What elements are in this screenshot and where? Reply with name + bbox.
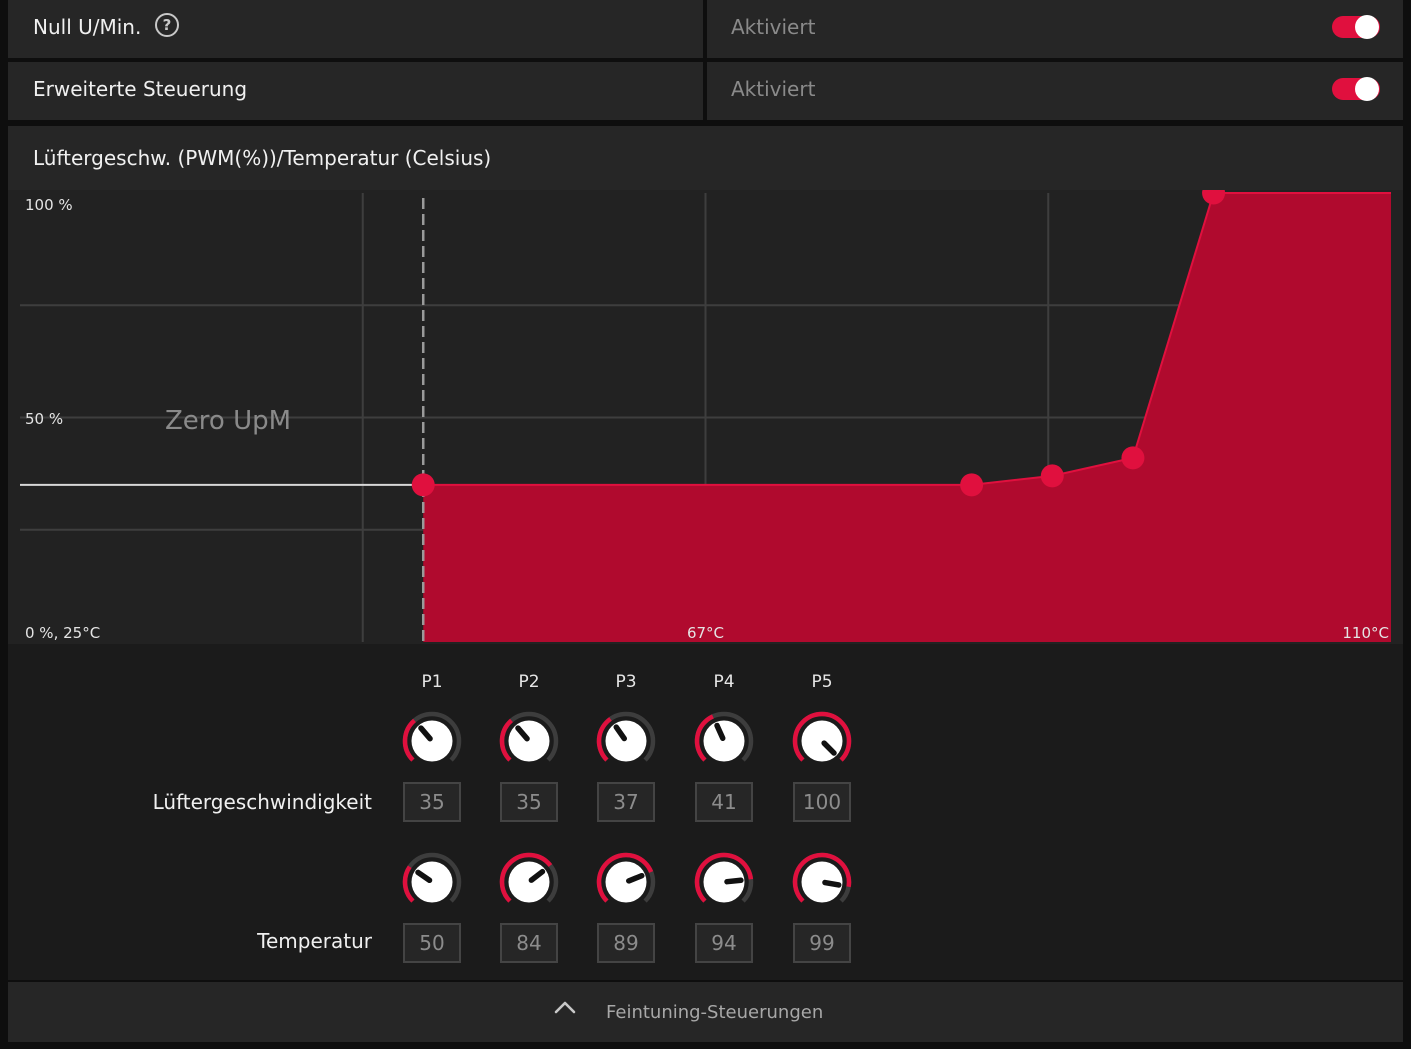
fine-tuning-label: Feintuning-Steuerungen [606,1002,824,1023]
setting-label: Null U/Min. [33,15,142,39]
setting-label-cell: Erweiterte Steuerung [8,62,703,120]
fan-speed-knob-p2[interactable] [496,708,562,774]
knob-indicator [724,877,744,885]
temperature-input-p3[interactable]: 89 [597,923,655,963]
setting-row-advanced-control: Erweiterte Steuerung Aktiviert [8,62,1403,120]
setting-row-zero-rpm: Null U/Min. ? Aktiviert [8,0,1403,58]
origin-tick-label: 0 %, 25°C [25,624,100,642]
advanced-control-toggle[interactable] [1332,77,1380,101]
curve-point-p1[interactable] [411,473,435,497]
fan-speed-knob-p5[interactable] [789,708,855,774]
knob-face [605,861,647,903]
knob-face [411,720,453,762]
fan-speed-knob-p1[interactable] [399,708,465,774]
curve-point-p4[interactable] [1121,446,1145,470]
fan-speed-input-p2[interactable]: 35 [500,782,558,822]
knob-face [605,720,647,762]
fan-speed-label: Lüftergeschwindigkeit [152,790,372,814]
temperature-knob-p5[interactable] [789,849,855,915]
x-tick-label-67: 67°C [687,624,724,642]
fan-curve-chart: Zero UpM 100 % 50 % 0 %, 25°C 67°C 110°C [8,190,1403,644]
tuning-panel: P1 35 50 P2 35 84 P3 37 89 P4 41 94 P5 100 99 Lüfterges… [8,644,1403,980]
point-label-p4: P4 [713,672,735,692]
fan-speed-input-p5[interactable]: 100 [793,782,851,822]
x-tick-label-110: 110°C [1342,624,1389,642]
temperature-knob-p3[interactable] [593,849,659,915]
knob-indicator [822,879,842,888]
fan-speed-input-p3[interactable]: 37 [597,782,655,822]
temperature-input-p5[interactable]: 99 [793,923,851,963]
temperature-input-p2[interactable]: 84 [500,923,558,963]
fan-speed-input-p1[interactable]: 35 [403,782,461,822]
toggle-knob [1355,77,1379,101]
point-label-p1: P1 [421,672,443,692]
knob-face [703,720,745,762]
setting-value: Aktiviert [731,77,816,101]
help-icon[interactable]: ? [155,13,179,37]
toggle-knob [1355,15,1379,39]
temperature-knob-p1[interactable] [399,849,465,915]
point-label-p5: P5 [811,672,833,692]
y-tick-label-100: 100 % [25,196,73,214]
setting-value: Aktiviert [731,15,816,39]
fan-curve-svg: Zero UpM 100 % 50 % 0 %, 25°C 67°C 110°C [20,190,1391,642]
y-tick-label-50: 50 % [25,410,63,428]
temperature-knob-p4[interactable] [691,849,757,915]
setting-value-cell: Aktiviert [707,62,1403,120]
point-label-p2: P2 [518,672,540,692]
fan-speed-knob-p4[interactable] [691,708,757,774]
chart-header: Lüftergeschw. (PWM(%))/Temperatur (Celsi… [8,126,1403,190]
temperature-input-p4[interactable]: 94 [695,923,753,963]
knob-face [508,861,550,903]
zero-rpm-label: Zero UpM [165,406,291,436]
fine-tuning-footer[interactable]: Feintuning-Steuerungen [8,982,1403,1042]
curve-point-p3[interactable] [1040,464,1064,488]
fan-speed-knob-p3[interactable] [593,708,659,774]
setting-label-cell: Null U/Min. ? [8,0,703,58]
knob-face [411,861,453,903]
chevron-up-icon [554,1001,576,1014]
setting-label: Erweiterte Steuerung [33,77,248,101]
knob-face [508,720,550,762]
zero-rpm-toggle[interactable] [1332,15,1380,39]
curve-point-p2[interactable] [960,473,984,497]
fan-speed-input-p4[interactable]: 41 [695,782,753,822]
point-label-p3: P3 [615,672,637,692]
temperature-input-p1[interactable]: 50 [403,923,461,963]
setting-value-cell: Aktiviert [707,0,1403,58]
temperature-label: Temperatur [257,929,372,953]
temperature-knob-p2[interactable] [496,849,562,915]
knob-face [801,720,843,762]
chart-title: Lüftergeschw. (PWM(%))/Temperatur (Celsi… [33,146,492,170]
